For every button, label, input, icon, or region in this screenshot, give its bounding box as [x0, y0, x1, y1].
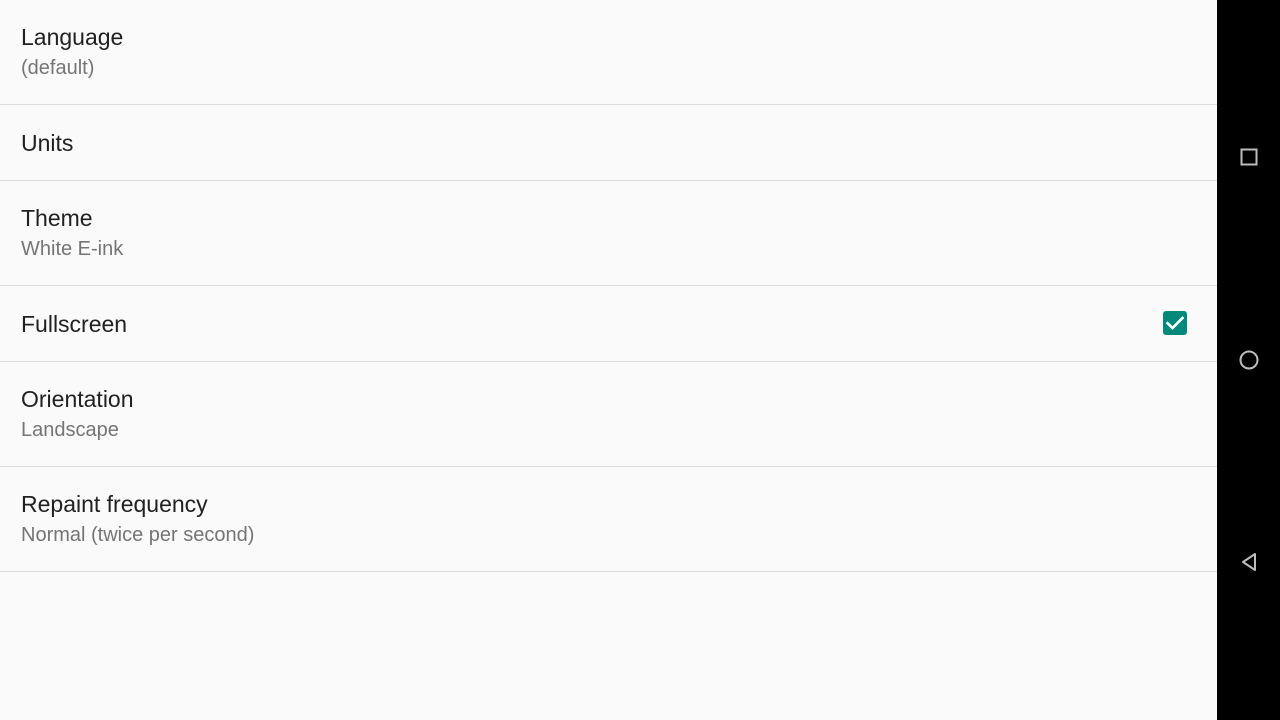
setting-units[interactable]: Units — [0, 105, 1217, 181]
setting-theme-title: Theme — [21, 205, 93, 231]
home-icon — [1239, 350, 1258, 370]
recents-button[interactable] — [1217, 127, 1280, 187]
home-button[interactable] — [1217, 330, 1280, 390]
back-button[interactable] — [1217, 532, 1280, 592]
navigation-bar — [1217, 0, 1280, 720]
setting-fullscreen[interactable]: Fullscreen — [0, 286, 1217, 362]
setting-orientation-title: Orientation — [21, 386, 134, 412]
setting-repaint-frequency-summary: Normal (twice per second) — [21, 524, 255, 546]
back-icon — [1241, 553, 1256, 571]
checkmark-icon — [1166, 315, 1184, 330]
setting-language-summary: (default) — [21, 57, 95, 79]
fullscreen-checkbox[interactable] — [1163, 310, 1187, 335]
setting-theme[interactable]: Theme White E-ink — [0, 181, 1217, 286]
setting-repaint-frequency-title: Repaint frequency — [21, 491, 208, 517]
setting-units-title: Units — [21, 129, 74, 156]
setting-language[interactable]: Language (default) — [0, 0, 1217, 105]
setting-language-title: Language — [21, 24, 124, 50]
recents-icon — [1240, 148, 1257, 166]
setting-repaint-frequency[interactable]: Repaint frequency Normal (twice per seco… — [0, 467, 1217, 572]
setting-orientation[interactable]: Orientation Landscape — [0, 362, 1217, 467]
settings-screen: Language (default) Units Theme White E-i… — [0, 0, 1217, 720]
setting-theme-summary: White E-ink — [21, 238, 124, 260]
setting-orientation-summary: Landscape — [21, 419, 119, 441]
setting-fullscreen-title: Fullscreen — [21, 310, 128, 337]
